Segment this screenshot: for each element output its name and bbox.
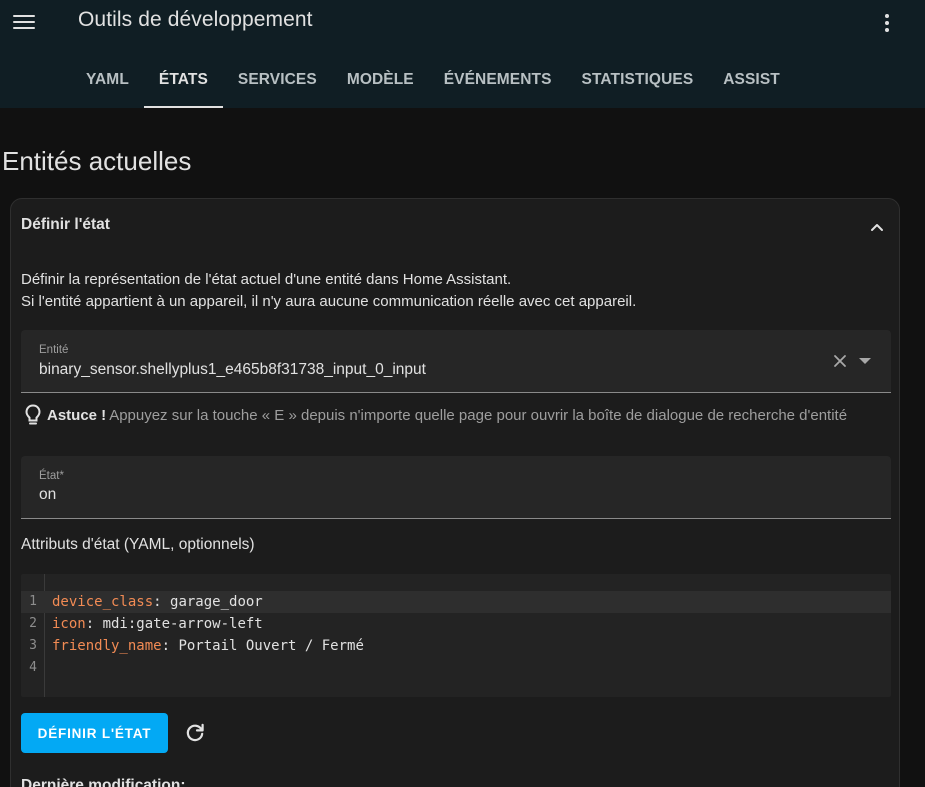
tip-text: Appuyez sur la touche « E » depuis n'imp… <box>109 406 848 424</box>
yaml-value: mdi:gate-arrow-left <box>102 616 263 632</box>
tab-services[interactable]: SERVICES <box>223 58 332 108</box>
yaml-separator: : <box>85 616 103 632</box>
code-line[interactable]: 3 friendly_name: Portail Ouvert / Fermé <box>21 635 891 657</box>
tab-assist[interactable]: ASSIST <box>708 58 795 108</box>
close-icon[interactable] <box>833 354 847 368</box>
tab-bar: YAML ÉTATS SERVICES MODÈLE ÉVÉNEMENTS ST… <box>71 58 795 108</box>
attributes-label: Attributs d'état (YAML, optionnels) <box>21 536 255 553</box>
menu-icon[interactable] <box>10 8 38 36</box>
line-number: 1 <box>29 594 37 609</box>
line-number: 4 <box>29 660 37 675</box>
card-description: Définir la représentation de l'état actu… <box>21 269 881 313</box>
entity-field-value[interactable]: binary_sensor.shellyplus1_e465b8f31738_i… <box>39 361 426 379</box>
yaml-value: garage_door <box>170 594 263 610</box>
yaml-separator: : <box>153 594 171 610</box>
yaml-key: icon <box>52 616 86 632</box>
dropdown-arrow-icon[interactable] <box>859 358 871 364</box>
entity-field-label: Entité <box>39 344 69 356</box>
description-line-2: Si l'entité appartient à un appareil, il… <box>21 293 637 310</box>
yaml-key: friendly_name <box>52 638 162 654</box>
set-state-card: Définir l'état Définir la représentation… <box>10 198 900 787</box>
tab-yaml[interactable]: YAML <box>71 58 144 108</box>
set-state-button[interactable]: DÉFINIR L'ÉTAT <box>21 713 168 753</box>
yaml-separator: : <box>161 638 179 654</box>
yaml-value: Portail Ouvert / Fermé <box>178 638 364 654</box>
chevron-up-icon[interactable] <box>869 219 885 235</box>
entity-search-tip: Astuce ! Appuyez sur la touche « E » dep… <box>23 403 847 427</box>
app-header: Outils de développement YAML ÉTATS SERVI… <box>0 0 925 108</box>
description-line-1: Définir la représentation de l'état actu… <box>21 271 512 288</box>
tab-statistics[interactable]: STATISTIQUES <box>567 58 709 108</box>
app-title: Outils de développement <box>78 8 313 31</box>
tab-template[interactable]: MODÈLE <box>332 58 429 108</box>
line-number: 3 <box>29 638 37 653</box>
tip-prefix: Astuce ! <box>47 406 107 424</box>
yaml-editor[interactable]: 1 device_class: garage_door 2 icon: mdi:… <box>21 574 891 697</box>
line-number: 2 <box>29 616 37 631</box>
code-line[interactable]: 1 device_class: garage_door <box>21 591 891 613</box>
state-field[interactable]: État* on <box>21 456 891 519</box>
last-modified-label: Dernière modification: <box>21 777 186 787</box>
state-field-label: État* <box>39 470 64 482</box>
yaml-key: device_class <box>52 594 154 610</box>
tab-events[interactable]: ÉVÉNEMENTS <box>429 58 567 108</box>
page-title: Entités actuelles <box>2 146 192 176</box>
card-title: Définir l'état <box>21 216 110 233</box>
code-line[interactable]: 4 <box>21 657 891 679</box>
lightbulb-icon <box>25 404 41 425</box>
refresh-icon[interactable] <box>183 721 207 745</box>
state-field-value[interactable]: on <box>39 486 56 504</box>
tab-states[interactable]: ÉTATS <box>143 58 223 108</box>
code-line[interactable]: 2 icon: mdi:gate-arrow-left <box>21 613 891 635</box>
entity-picker[interactable]: Entité binary_sensor.shellyplus1_e465b8f… <box>21 330 891 393</box>
more-vertical-icon[interactable] <box>877 12 897 34</box>
